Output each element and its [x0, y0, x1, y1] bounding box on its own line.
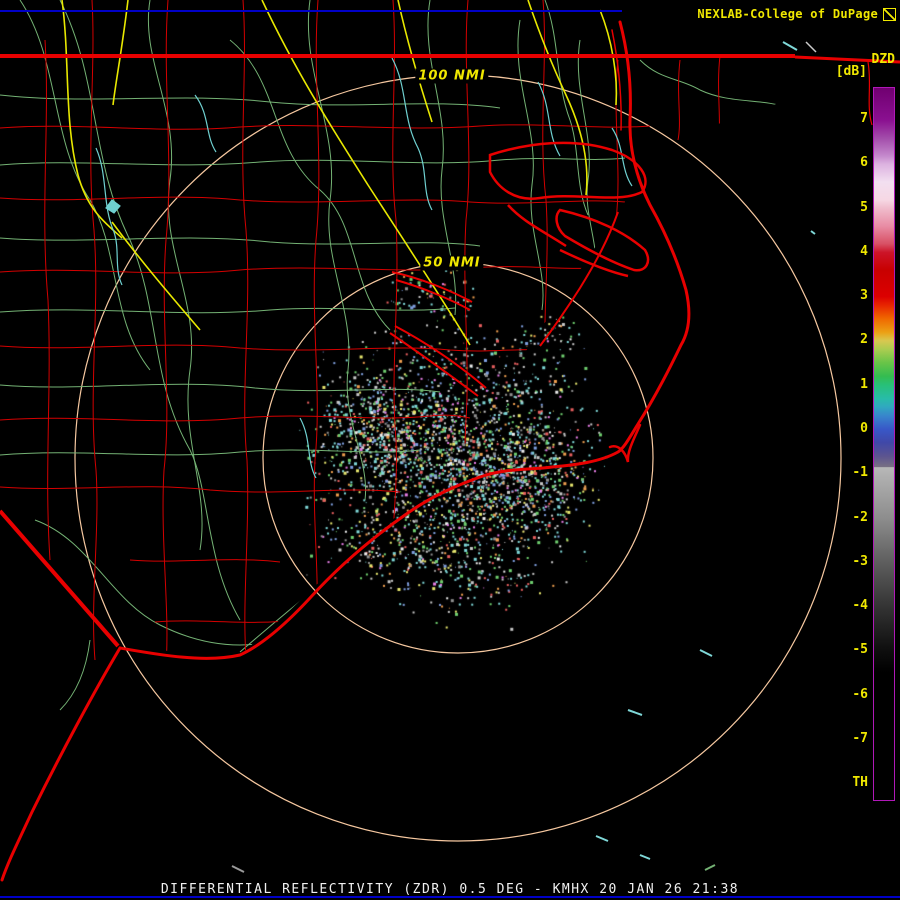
- range-ring-50nmi: [262, 262, 654, 654]
- top-frame-rule: [0, 10, 622, 12]
- colorbar-tick-label: -4: [852, 598, 868, 614]
- colorbar-threshold-label: TH: [852, 775, 868, 791]
- colorbar-tick-label: 2: [860, 332, 868, 348]
- colorbar-tick-label: 0: [860, 420, 868, 436]
- colorbar-tick-label: 5: [860, 199, 868, 215]
- colorbar-units: [dB]: [835, 64, 867, 79]
- clutter-dashes: [231, 41, 817, 873]
- colorbar-gradient: [874, 88, 894, 800]
- range-ring-label-100nmi: 100 NMI: [415, 68, 489, 84]
- product-caption: DIFFERENTIAL REFLECTIVITY (ZDR) 0.5 DEG …: [160, 882, 740, 897]
- colorbar-tick-label: 7: [860, 111, 868, 126]
- colorbar-tick-label: 3: [860, 288, 868, 304]
- colorbar-tick-label: -7: [852, 730, 868, 746]
- secondary-roads: [0, 0, 881, 711]
- colorbar-title: DZD: [871, 52, 895, 67]
- colorbar-tick-label: 6: [860, 155, 868, 171]
- county-borders: [0, 0, 721, 666]
- colorbar-tick-label: -5: [852, 642, 868, 658]
- colorbar-tick-label: -2: [852, 509, 868, 525]
- range-rings: [74, 74, 842, 842]
- range-ring-label-50nmi: 50 NMI: [420, 255, 484, 271]
- colorbar-tick-label: 4: [860, 243, 868, 259]
- brand-logo-icon: [883, 7, 896, 21]
- brand: NEXLAB-College of DuPage: [697, 7, 896, 21]
- range-ring-100nmi: [74, 74, 842, 842]
- radar-display: NEXLAB-College of DuPage DZD [dB] 7 6 5 4 3 2…: [0, 0, 900, 900]
- colorbar-tick-label: -1: [852, 465, 868, 481]
- state-borders: [0, 54, 900, 648]
- brand-text: NEXLAB-College of DuPage: [697, 7, 878, 21]
- map-layer: [0, 0, 900, 882]
- colorbar-tick-label: -6: [852, 686, 868, 702]
- colorbar-tick-label: -3: [852, 553, 868, 569]
- colorbar: [873, 87, 895, 801]
- colorbar-tick-label: 1: [860, 376, 868, 392]
